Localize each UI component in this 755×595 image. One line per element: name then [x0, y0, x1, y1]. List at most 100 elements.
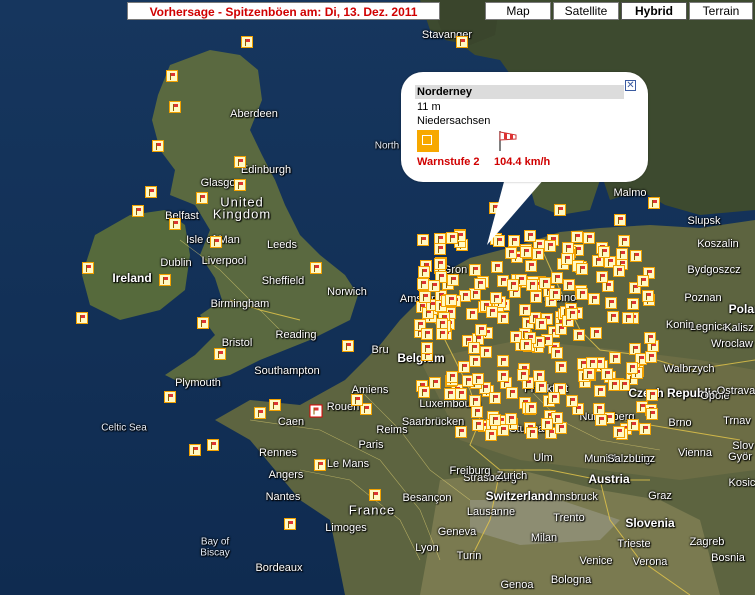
station-marker[interactable] [486, 306, 498, 318]
station-marker[interactable] [447, 274, 459, 286]
station-marker[interactable] [639, 423, 651, 435]
station-marker[interactable] [630, 250, 642, 262]
station-marker[interactable] [535, 318, 547, 330]
map-type-hybrid-button[interactable]: Hybrid [621, 2, 687, 20]
station-marker[interactable] [520, 339, 532, 351]
station-marker[interactable] [648, 197, 660, 209]
station-marker[interactable] [471, 406, 483, 418]
station-marker[interactable] [159, 274, 171, 286]
station-marker[interactable] [455, 388, 467, 400]
station-marker[interactable] [598, 246, 610, 258]
station-marker[interactable] [596, 271, 608, 283]
station-marker[interactable] [434, 258, 446, 270]
station-marker[interactable] [616, 248, 628, 260]
station-marker[interactable] [351, 394, 363, 406]
station-marker[interactable] [532, 248, 544, 260]
station-marker[interactable] [566, 395, 578, 407]
station-marker[interactable] [310, 262, 322, 274]
station-marker[interactable] [614, 214, 626, 226]
station-marker[interactable] [189, 444, 201, 456]
station-marker[interactable] [608, 379, 620, 391]
station-marker[interactable] [590, 327, 602, 339]
station-marker[interactable] [497, 312, 509, 324]
station-marker[interactable] [530, 291, 542, 303]
map-type-map-button[interactable]: Map [485, 2, 551, 20]
station-marker[interactable] [497, 355, 509, 367]
station-marker[interactable] [269, 399, 281, 411]
station-marker[interactable] [428, 280, 440, 292]
station-marker[interactable] [561, 253, 573, 265]
station-marker[interactable] [595, 414, 607, 426]
station-marker[interactable] [314, 459, 326, 471]
station-marker[interactable] [644, 332, 656, 344]
station-marker[interactable] [571, 231, 583, 243]
station-marker[interactable] [520, 246, 532, 258]
station-marker[interactable] [82, 262, 94, 274]
station-marker[interactable] [418, 386, 430, 398]
station-marker[interactable] [555, 361, 567, 373]
station-marker[interactable] [525, 260, 537, 272]
station-marker[interactable] [436, 328, 448, 340]
station-marker[interactable] [76, 312, 88, 324]
station-marker[interactable] [485, 429, 497, 441]
station-marker[interactable] [234, 156, 246, 168]
station-marker[interactable] [480, 346, 492, 358]
station-marker[interactable] [573, 329, 585, 341]
station-marker[interactable] [284, 518, 296, 530]
station-marker[interactable] [421, 328, 433, 340]
station-marker[interactable] [497, 370, 509, 382]
station-marker[interactable] [166, 70, 178, 82]
station-marker[interactable] [164, 391, 176, 403]
station-marker[interactable] [607, 311, 619, 323]
station-marker[interactable] [468, 342, 480, 354]
station-marker[interactable] [169, 218, 181, 230]
station-marker[interactable] [576, 288, 588, 300]
station-marker[interactable] [535, 381, 547, 393]
station-marker[interactable] [637, 275, 649, 287]
station-marker[interactable] [445, 294, 457, 306]
map-type-satellite-button[interactable]: Satellite [553, 2, 619, 20]
station-marker[interactable] [526, 279, 538, 291]
station-marker[interactable] [207, 439, 219, 451]
station-marker[interactable] [622, 312, 634, 324]
station-marker[interactable] [466, 308, 478, 320]
station-marker[interactable] [544, 240, 556, 252]
station-marker[interactable] [493, 235, 505, 247]
station-marker[interactable] [474, 278, 486, 290]
station-marker[interactable] [472, 419, 484, 431]
station-marker[interactable] [446, 232, 458, 244]
station-marker[interactable] [554, 204, 566, 216]
station-marker[interactable] [563, 279, 575, 291]
station-marker[interactable] [613, 426, 625, 438]
station-marker[interactable] [419, 291, 431, 303]
station-marker[interactable] [506, 387, 518, 399]
station-marker[interactable] [507, 279, 519, 291]
station-marker[interactable] [214, 348, 226, 360]
station-marker[interactable] [588, 293, 600, 305]
station-marker[interactable] [369, 489, 381, 501]
station-marker[interactable] [524, 230, 536, 242]
station-marker[interactable] [197, 317, 209, 329]
station-marker[interactable] [551, 272, 563, 284]
station-marker[interactable] [594, 385, 606, 397]
station-marker[interactable] [489, 202, 501, 214]
station-marker[interactable] [526, 427, 538, 439]
station-marker[interactable] [646, 408, 658, 420]
station-marker[interactable] [434, 243, 446, 255]
station-marker[interactable] [417, 234, 429, 246]
station-marker[interactable] [472, 373, 484, 385]
station-marker[interactable] [469, 264, 481, 276]
station-marker[interactable] [145, 186, 157, 198]
station-marker[interactable] [455, 426, 467, 438]
station-marker[interactable] [627, 419, 639, 431]
station-marker[interactable] [489, 392, 501, 404]
station-marker[interactable] [593, 403, 605, 415]
station-marker[interactable] [508, 235, 520, 247]
station-marker[interactable] [491, 261, 503, 273]
station-marker[interactable] [210, 236, 222, 248]
station-marker[interactable] [234, 179, 246, 191]
station-marker[interactable] [519, 304, 531, 316]
station-marker[interactable] [642, 290, 654, 302]
station-marker[interactable] [645, 351, 657, 363]
station-marker[interactable] [566, 308, 578, 320]
